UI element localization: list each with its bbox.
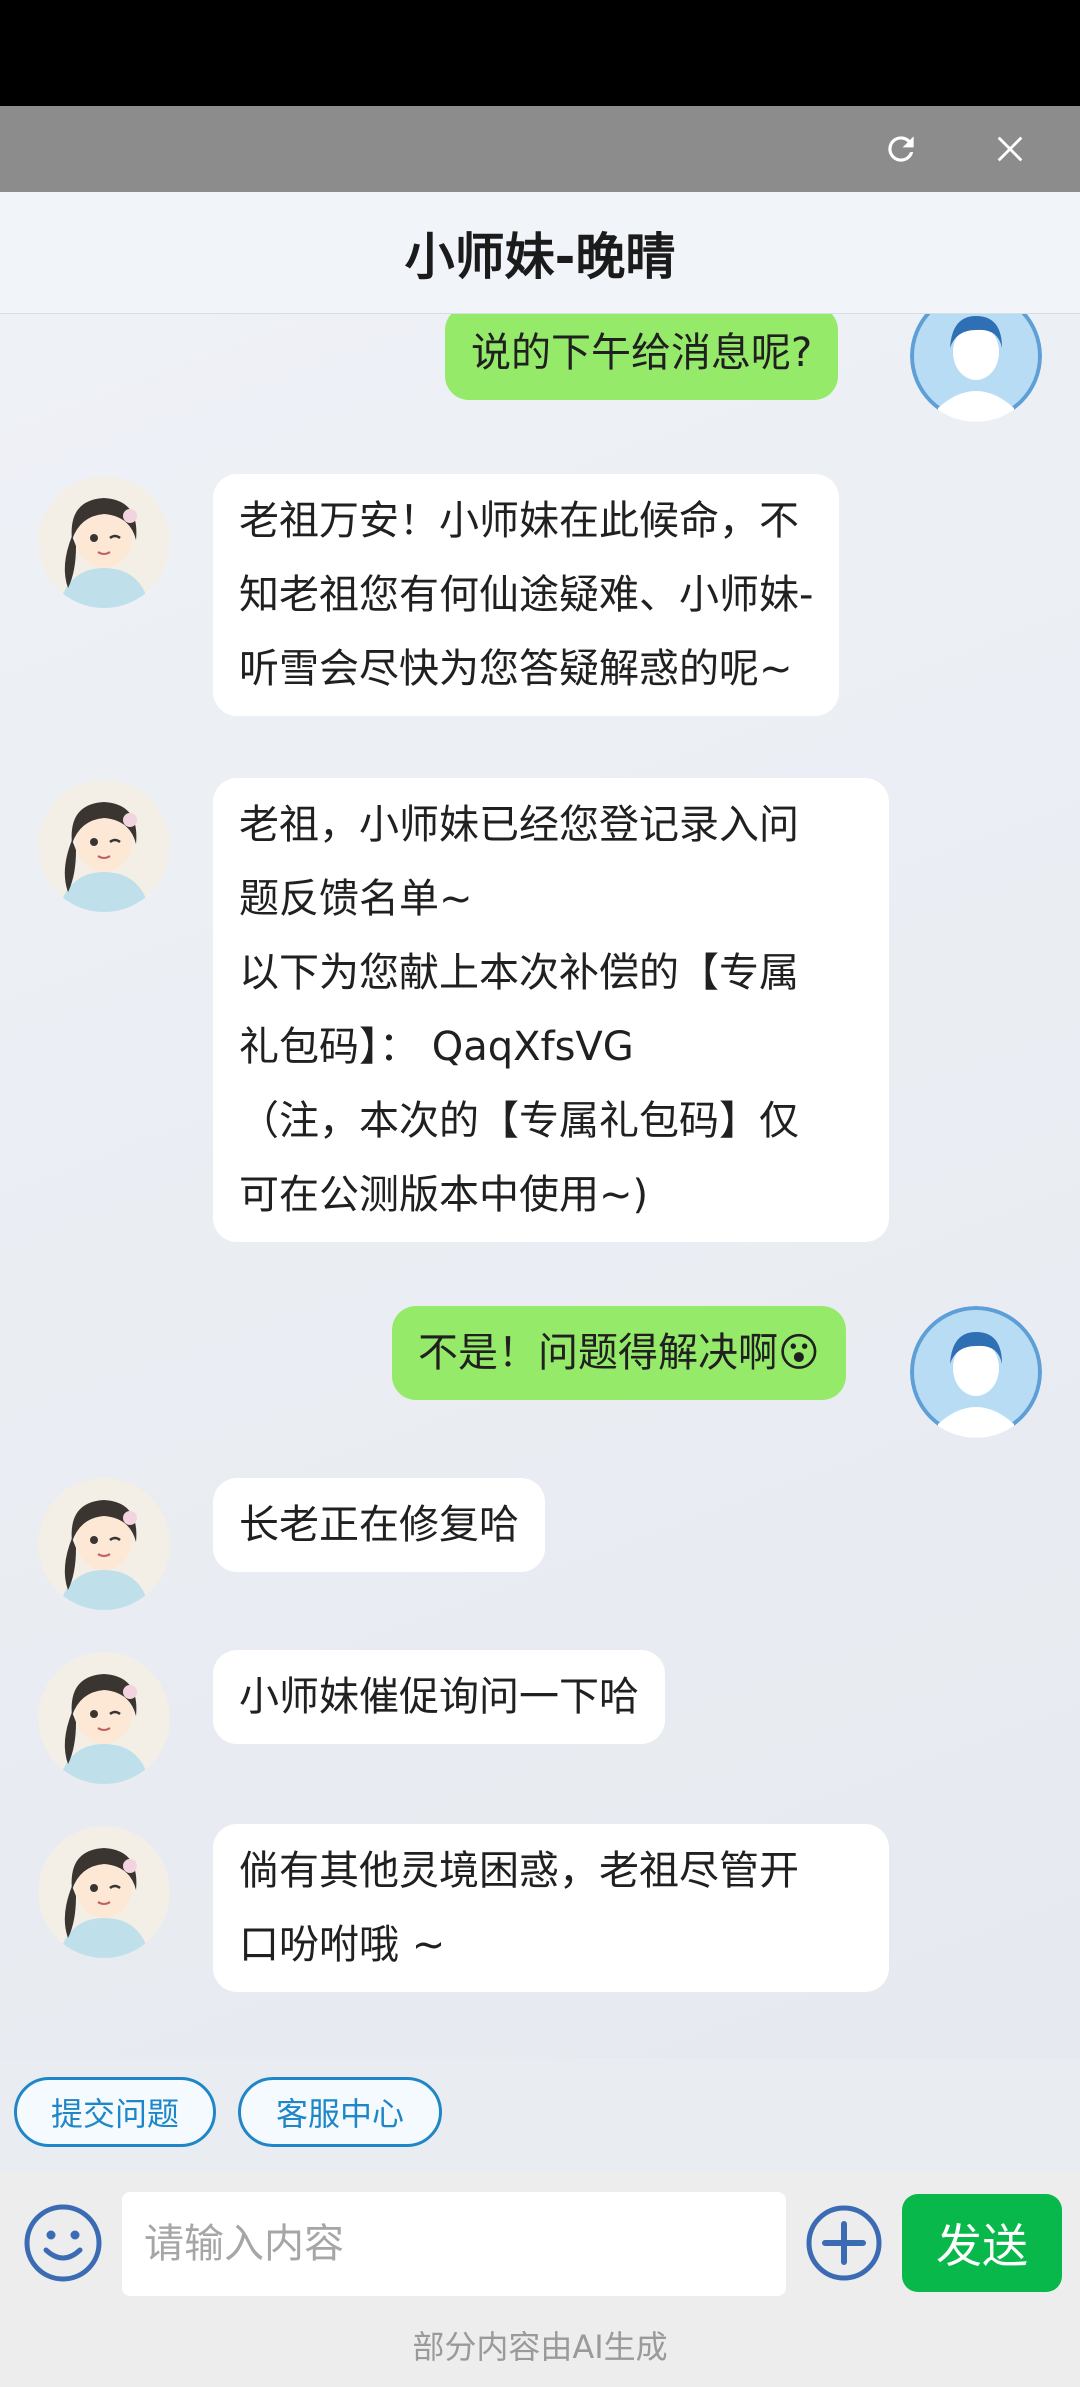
- close-icon[interactable]: [985, 124, 1035, 174]
- bot-message: 老祖万安！小师妹在此候命，不 知老祖您有何仙途疑难、小师妹- 听雪会尽快为您答疑…: [213, 474, 840, 716]
- user-avatar: [910, 1306, 1042, 1438]
- user-message: 说的下午给消息呢?: [445, 314, 839, 400]
- message-line: 老祖万安！小师妹在此候命，不: [239, 498, 799, 544]
- emoji-icon[interactable]: [22, 2202, 104, 2284]
- quick-actions: 提交问题 客服中心: [0, 2060, 1080, 2170]
- message-text: 说的下午给消息呢?: [471, 330, 813, 376]
- message-text: 不是！问题得解决啊😮: [418, 1330, 820, 1376]
- message-input[interactable]: [122, 2192, 786, 2296]
- message-line: 知老祖您有何仙途疑难、小师妹-: [239, 572, 814, 618]
- user-message: 不是！问题得解决啊😮: [392, 1306, 846, 1400]
- message-bubble: 长老正在修复哈: [213, 1478, 545, 1572]
- bot-avatar: [38, 476, 170, 608]
- quick-action-label: 客服中心: [275, 2095, 404, 2133]
- refresh-icon[interactable]: [876, 124, 926, 174]
- bot-message: 倘有其他灵境困惑，老祖尽管开 口吩咐哦 ~: [213, 1824, 889, 1992]
- bot-message: 老祖，小师妹已经您登记录入问 题反馈名单~ 以下为您献上本次补偿的【专属 礼包码…: [213, 778, 889, 1242]
- send-button[interactable]: 发送: [902, 2194, 1062, 2292]
- user-avatar: [910, 314, 1042, 422]
- message-bubble: 不是！问题得解决啊😮: [392, 1306, 846, 1400]
- bot-avatar: [38, 1652, 170, 1784]
- plus-icon[interactable]: [803, 2202, 885, 2284]
- message-text: 长老正在修复哈: [239, 1502, 519, 1548]
- input-bar: 发送: [0, 2172, 1080, 2302]
- message-bubble: 小师妹催促询问一下哈: [213, 1650, 665, 1744]
- page-title: 小师妹-晚晴: [404, 227, 676, 286]
- webview-toolbar: [0, 106, 1080, 192]
- bot-avatar: [38, 780, 170, 912]
- ai-disclaimer: 部分内容由AI生成: [0, 2302, 1080, 2387]
- submit-issue-button[interactable]: 提交问题: [14, 2077, 216, 2147]
- bot-avatar: [38, 1478, 170, 1610]
- message-line: 听雪会尽快为您答疑解惑的呢~: [239, 646, 793, 692]
- message-line: 口吩咐哦 ~: [239, 1922, 446, 1968]
- message-line: 以下为您献上本次补偿的【专属: [239, 950, 799, 996]
- bot-message: 长老正在修复哈: [213, 1478, 545, 1572]
- message-line: 可在公测版本中使用~): [239, 1172, 649, 1218]
- quick-action-label: 提交问题: [50, 2095, 179, 2133]
- chat-header: 小师妹-晚晴: [0, 192, 1080, 314]
- message-line[interactable]: 礼包码】： QaqXfsVG: [239, 1010, 863, 1084]
- bot-message: 小师妹催促询问一下哈: [213, 1650, 665, 1744]
- customer-service-button[interactable]: 客服中心: [238, 2077, 442, 2147]
- message-line: 倘有其他灵境困惑，老祖尽管开: [239, 1848, 799, 1894]
- message-line: 题反馈名单~: [239, 876, 473, 922]
- status-bar: [0, 0, 1080, 106]
- message-line: 老祖，小师妹已经您登记录入问: [239, 802, 799, 848]
- chat-message-list[interactable]: 说的下午给消息呢? 老祖万安！小师妹在此候命，不 知老祖您有何仙途疑难、小师妹-: [0, 314, 1080, 2059]
- message-bubble: 说的下午给消息呢?: [445, 314, 839, 400]
- message-line: （注，本次的【专属礼包码】仅: [239, 1098, 799, 1144]
- bot-avatar: [38, 1826, 170, 1958]
- message-bubble: 倘有其他灵境困惑，老祖尽管开 口吩咐哦 ~: [213, 1824, 889, 1992]
- message-bubble: 老祖万安！小师妹在此候命，不 知老祖您有何仙途疑难、小师妹- 听雪会尽快为您答疑…: [213, 474, 840, 716]
- message-bubble: 老祖，小师妹已经您登记录入问 题反馈名单~ 以下为您献上本次补偿的【专属 礼包码…: [213, 778, 889, 1242]
- message-text: 小师妹催促询问一下哈: [239, 1674, 639, 1720]
